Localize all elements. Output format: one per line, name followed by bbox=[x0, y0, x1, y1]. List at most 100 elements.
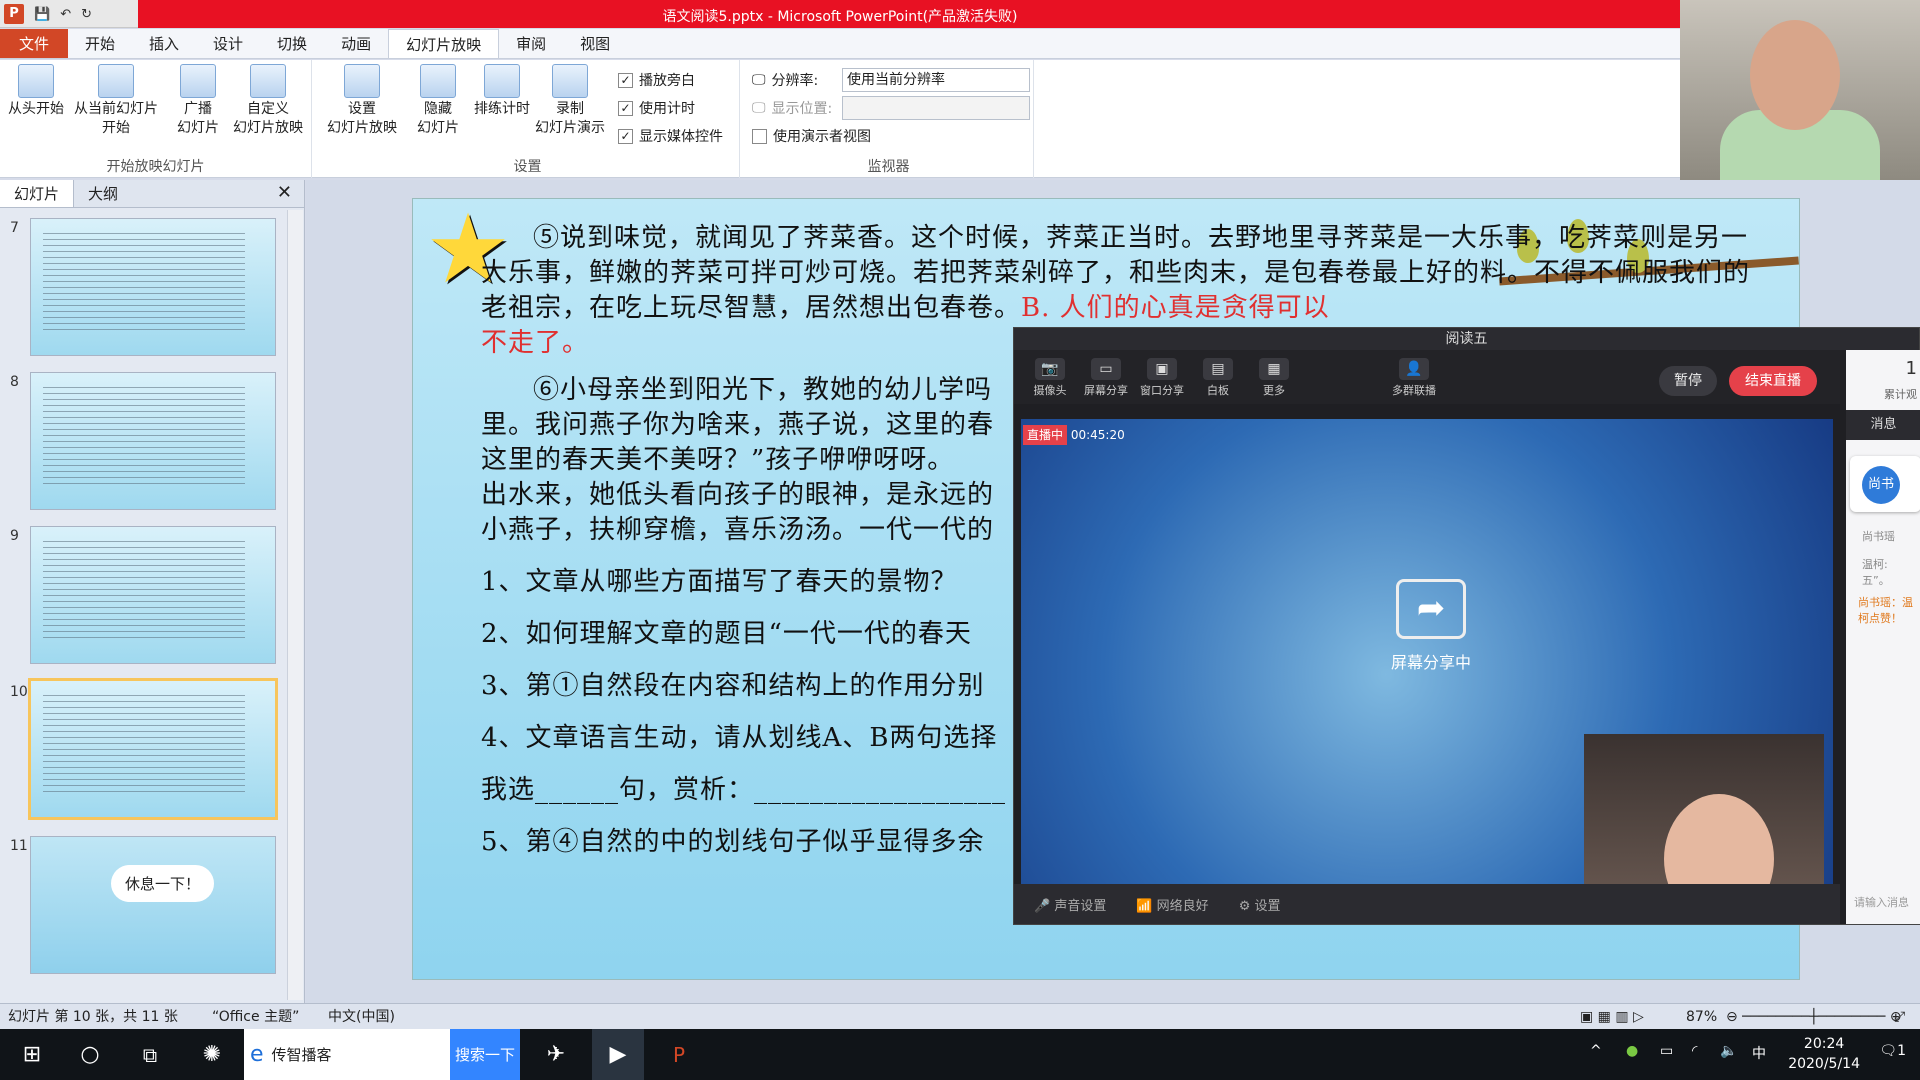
from-start-label: 从头开始 bbox=[8, 101, 64, 117]
display-select[interactable] bbox=[842, 96, 1030, 120]
browser-search-box[interactable]: e 传智播客 bbox=[244, 1029, 450, 1080]
tab-view[interactable]: 视图 bbox=[563, 29, 627, 58]
broadcast-button[interactable]: 广播 幻灯片 bbox=[170, 64, 226, 138]
whiteboard-button[interactable]: ▤ 白板 bbox=[1196, 358, 1240, 398]
task-view-icon[interactable]: ⧉ bbox=[130, 1029, 170, 1080]
from-current-label: 从当前幻灯片 bbox=[74, 101, 158, 117]
slide-thumbnails-panel: 幻灯片 大纲 ✕ 7 8 9 10 11 休息一下！ bbox=[0, 180, 305, 1003]
tab-insert[interactable]: 插入 bbox=[132, 29, 196, 58]
windows-start-icon[interactable]: ⊞ bbox=[12, 1029, 52, 1080]
clock[interactable]: 20:24 2020/5/14 bbox=[1788, 1034, 1860, 1074]
thumbnail-cloud-text: 休息一下！ bbox=[111, 865, 215, 902]
live-stream-window[interactable]: 阅读五 📷 摄像头 ▭ 屏幕分享 ▣ 窗口分享 ▤ 白板 ▦ 更多 👤 多群联播 暂停 结束… bbox=[1013, 327, 1920, 925]
settings-label: 设置 bbox=[1254, 898, 1281, 914]
wifi-icon[interactable]: ◜ bbox=[1692, 1043, 1697, 1059]
pause-button[interactable]: 暂停 bbox=[1659, 366, 1717, 396]
more-button[interactable]: ▦ 更多 bbox=[1252, 358, 1296, 398]
tab-file[interactable]: 文件 bbox=[0, 29, 68, 58]
undo-icon[interactable]: ↶ bbox=[60, 7, 71, 22]
custom-show-label: 自定义 bbox=[247, 101, 289, 117]
custom-show-button[interactable]: 自定义 幻灯片放映 bbox=[226, 64, 310, 138]
sound-settings[interactable]: 🎤 声音设置 bbox=[1034, 895, 1106, 914]
slide-thumbnail-9[interactable] bbox=[30, 526, 276, 664]
browser-label: 传智播客 bbox=[271, 1046, 332, 1064]
notification-count: 1 bbox=[1897, 1043, 1906, 1059]
search-button[interactable]: 搜索一下 bbox=[450, 1029, 520, 1080]
webcam-person-face bbox=[1750, 20, 1840, 130]
hide-label-2: 幻灯片 bbox=[417, 120, 459, 136]
slide-thumbnail-7[interactable] bbox=[30, 218, 276, 356]
camera-button[interactable]: 📷 摄像头 bbox=[1028, 358, 1072, 398]
setup-show-button[interactable]: 设置 幻灯片放映 bbox=[316, 64, 408, 138]
tab-outline[interactable]: 大纲 bbox=[74, 180, 132, 207]
tab-transitions[interactable]: 切换 bbox=[260, 29, 324, 58]
panel-scrollbar[interactable] bbox=[287, 210, 303, 1000]
notification-icon[interactable]: 🗨1 bbox=[1879, 1043, 1906, 1059]
settings-button[interactable]: ⚙ 设置 bbox=[1239, 895, 1281, 914]
timing-checkbox[interactable]: ✓ 使用计时 bbox=[618, 98, 695, 118]
end-live-button[interactable]: 结束直播 bbox=[1729, 366, 1817, 396]
clock-date: 2020/5/14 bbox=[1788, 1056, 1860, 1072]
slide-thumbnail-10[interactable] bbox=[28, 678, 278, 820]
tab-review[interactable]: 审阅 bbox=[499, 29, 563, 58]
slide-thumbnail-8[interactable] bbox=[30, 372, 276, 510]
broadcast-label-2: 幻灯片 bbox=[177, 120, 219, 136]
resolution-select[interactable]: 使用当前分辨率 bbox=[842, 68, 1030, 92]
from-start-button[interactable]: 从头开始 bbox=[4, 64, 68, 119]
quick-access-toolbar: P 💾 ↶ ↻ bbox=[0, 2, 92, 26]
group-label: 监视器 bbox=[867, 159, 910, 175]
live-app-icon[interactable]: ▶ bbox=[592, 1029, 644, 1080]
record-label-2: 幻灯片演示 bbox=[535, 120, 605, 136]
tool-label: 白板 bbox=[1207, 384, 1229, 397]
setup-icon bbox=[344, 64, 380, 98]
record-button[interactable]: 录制 幻灯片演示 bbox=[526, 64, 614, 138]
fit-window-icon[interactable]: ⤢ bbox=[1894, 1004, 1905, 1030]
ime-indicator[interactable]: 中 bbox=[1752, 1043, 1766, 1063]
volume-icon[interactable]: 🔈 bbox=[1720, 1043, 1737, 1059]
tab-home[interactable]: 开始 bbox=[68, 29, 132, 58]
save-icon[interactable]: 💾 bbox=[34, 7, 50, 22]
normal-view-icon[interactable]: ▣ ▦ ▥ ▷ bbox=[1580, 1004, 1644, 1030]
chat-user-card[interactable]: 尚书 bbox=[1850, 456, 1920, 512]
language: 中文(中国) bbox=[328, 1009, 395, 1025]
screen-share-button[interactable]: ▭ 屏幕分享 bbox=[1084, 358, 1128, 398]
status-bar: 幻灯片 第 10 张，共 11 张 “Office 主题” 中文(中国) ▣ ▦… bbox=[0, 1003, 1920, 1029]
feather-app-icon[interactable]: ✈ bbox=[536, 1029, 576, 1080]
network-label: 网络良好 bbox=[1156, 898, 1209, 914]
slide-thumbnail-11[interactable]: 休息一下！ bbox=[30, 836, 276, 974]
hide-slide-button[interactable]: 隐藏 幻灯片 bbox=[408, 64, 468, 138]
redo-icon[interactable]: ↻ bbox=[81, 7, 92, 22]
app-pinwheel-icon[interactable]: ✺ bbox=[190, 1029, 234, 1080]
grid-icon: ▦ bbox=[1259, 358, 1289, 380]
tool-label: 更多 bbox=[1263, 384, 1285, 397]
group-label: 开始放映幻灯片 bbox=[106, 159, 205, 175]
thumbnail-text bbox=[43, 541, 245, 641]
tab-slides[interactable]: 幻灯片 bbox=[0, 180, 75, 207]
custom-show-icon bbox=[250, 64, 286, 98]
narration-checkbox[interactable]: ✓ 播放旁白 bbox=[618, 70, 695, 90]
powerpoint-taskbar-icon[interactable]: P bbox=[656, 1029, 702, 1080]
security-icon[interactable]: ● bbox=[1626, 1043, 1638, 1059]
zoom-slider[interactable]: ⊖ ────────┼──────── ⊕ bbox=[1726, 1004, 1902, 1030]
broadcast-icon bbox=[180, 64, 216, 98]
media-controls-checkbox[interactable]: ✓ 显示媒体控件 bbox=[618, 126, 723, 146]
tab-design[interactable]: 设计 bbox=[196, 29, 260, 58]
battery-icon[interactable]: ▭ bbox=[1660, 1043, 1673, 1059]
chevron-up-icon[interactable]: ^ bbox=[1590, 1043, 1602, 1059]
presenter-view-checkbox[interactable]: 使用演示者视图 bbox=[752, 126, 871, 146]
from-current-button[interactable]: 从当前幻灯片 开始 bbox=[70, 64, 162, 138]
underlined-sentence-b: B. 人们的心真是贪得可以 bbox=[1021, 293, 1330, 323]
chat-input[interactable]: 请输入消息 bbox=[1854, 894, 1909, 910]
search-icon[interactable]: ○ bbox=[70, 1029, 110, 1080]
tab-messages[interactable]: 消息 bbox=[1846, 410, 1920, 440]
multi-group-button[interactable]: 👤 多群联播 bbox=[1384, 358, 1444, 398]
tab-animations[interactable]: 动画 bbox=[324, 29, 388, 58]
underlined-sentence-b-cont: 不走了。 bbox=[481, 328, 590, 358]
paragraph-line: ⑥小母亲坐到阳光下，教她的幼儿学吗 bbox=[533, 375, 993, 405]
close-icon[interactable]: ✕ bbox=[277, 182, 292, 203]
window-share-button[interactable]: ▣ 窗口分享 bbox=[1140, 358, 1184, 398]
narration-label: 播放旁白 bbox=[639, 73, 695, 89]
tab-slideshow[interactable]: 幻灯片放映 bbox=[388, 29, 500, 58]
taskbar: ⊞ ○ ⧉ ✺ e 传智播客 搜索一下 ✈ ▶ P ^ ● ▭ ◜ 🔈 中 20:… bbox=[0, 1029, 1920, 1080]
camera-icon: 📷 bbox=[1035, 358, 1065, 380]
